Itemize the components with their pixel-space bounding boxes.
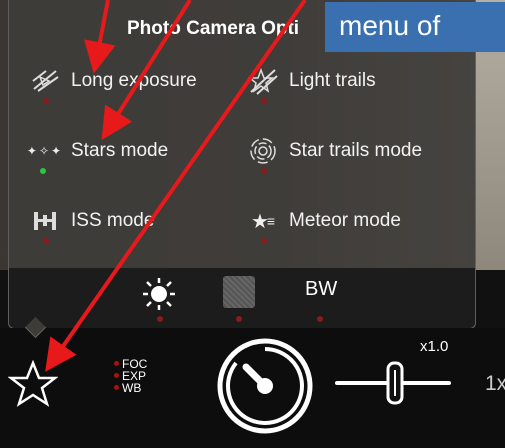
bw-button[interactable]: BW — [305, 278, 338, 322]
light-trails-icon — [245, 66, 281, 104]
long-exposure-icon — [27, 66, 63, 104]
callout-label: menu of — [325, 2, 505, 52]
bw-label: BW — [305, 278, 338, 300]
option-long-exposure[interactable]: Long exposure — [27, 66, 197, 104]
slider-track-icon — [335, 361, 451, 405]
option-label: ISS mode — [71, 210, 155, 231]
timer-shutter-icon — [217, 338, 313, 434]
sun-icon — [143, 278, 175, 310]
star-icon — [7, 359, 59, 407]
status-dot — [261, 98, 267, 104]
status-dot — [261, 238, 267, 244]
star-trails-icon — [245, 136, 281, 174]
option-label: Meteor mode — [289, 210, 401, 231]
status-dot — [157, 316, 163, 322]
shutter-button[interactable] — [216, 337, 314, 435]
stars-icon: ✦✧✦ — [27, 136, 63, 174]
option-meteor-mode[interactable]: ★ ≡ Meteor mode — [245, 206, 401, 244]
status-dot — [261, 168, 267, 174]
zoom-1x-button[interactable]: 1x — [485, 372, 505, 396]
status-dot — [43, 98, 49, 104]
option-stars-mode[interactable]: ✦✧✦ Stars mode — [27, 136, 169, 174]
panel-title: Photo Camera Opti — [127, 18, 300, 39]
option-iss-mode[interactable]: ISS mode — [27, 206, 155, 244]
option-light-trails[interactable]: Light trails — [245, 66, 376, 104]
status-dot — [317, 316, 323, 322]
noise-button[interactable] — [223, 276, 255, 322]
option-label: Long exposure — [71, 70, 197, 91]
focus-exposure-wb-flags[interactable]: FOC EXP WB — [114, 358, 147, 394]
status-dot-active — [40, 168, 46, 174]
modes-star-button[interactable] — [7, 359, 59, 408]
option-star-trails-mode[interactable]: Star trails mode — [245, 136, 423, 174]
flag-wb: WB — [114, 382, 147, 394]
noise-icon — [223, 276, 255, 308]
option-label: Star trails mode — [289, 140, 423, 161]
zoom-value: x1.0 — [420, 338, 449, 355]
iss-icon — [27, 206, 63, 244]
option-label: Stars mode — [71, 140, 169, 161]
brightness-button[interactable] — [141, 276, 177, 322]
status-dot — [236, 316, 242, 322]
zoom-slider[interactable] — [333, 358, 453, 408]
quick-settings-bar: BW — [9, 268, 475, 328]
status-dot — [43, 238, 49, 244]
option-label: Light trails — [289, 70, 376, 91]
meteor-icon: ★ ≡ — [245, 206, 281, 244]
